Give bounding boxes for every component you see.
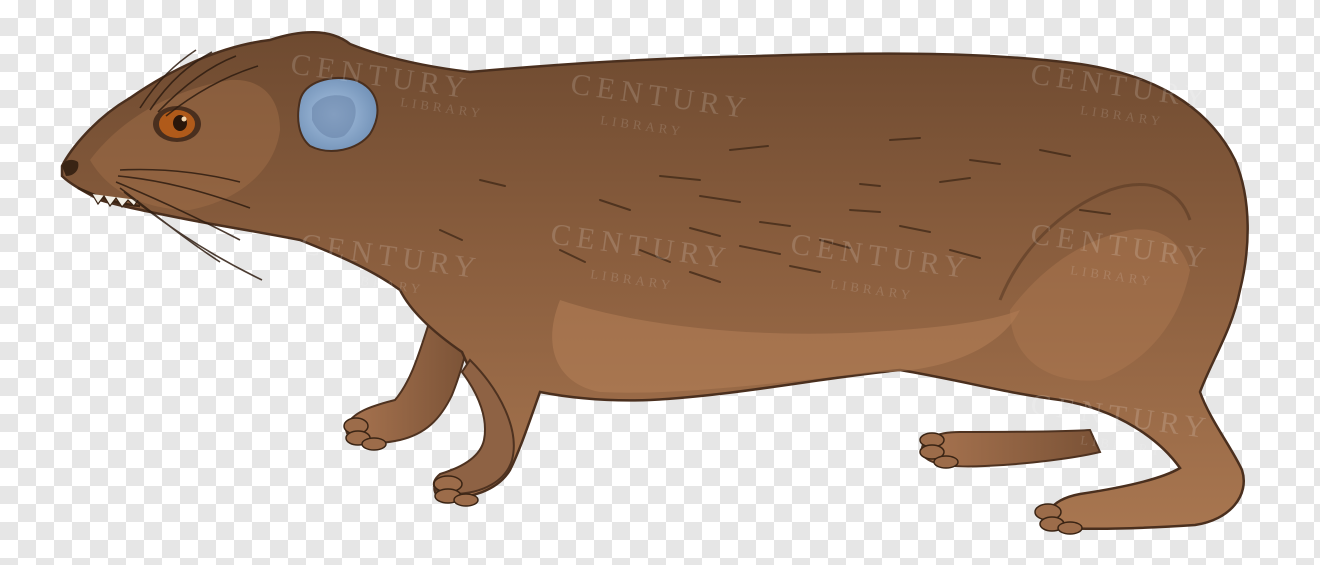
hyrax-illustration [60,31,1249,535]
eye-highlight [181,116,187,122]
